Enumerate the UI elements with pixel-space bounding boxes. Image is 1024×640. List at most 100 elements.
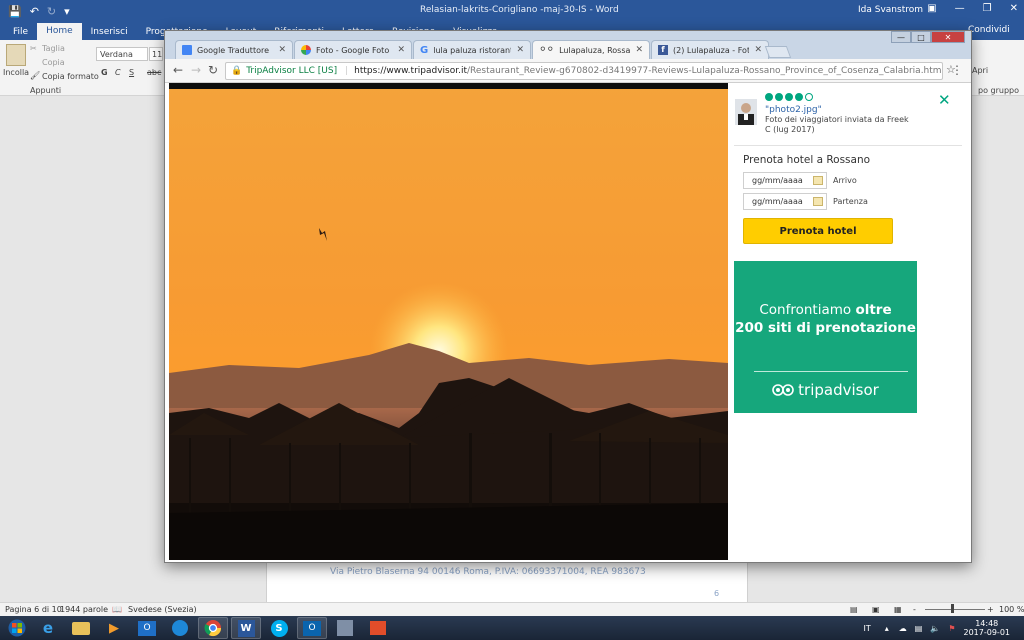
taskbar-media[interactable]: ▶ <box>99 617 129 639</box>
system-tray: IT ▴ ☁ ▤ 🔈 ⚑ 14:48 2017-09-01 <box>864 616 1024 640</box>
word-document-title: Relasian-lakrits-Corigliano -maj-30-IS -… <box>420 5 619 15</box>
chrome-minimize-icon[interactable]: — <box>891 31 911 43</box>
open-button[interactable]: Apri <box>972 66 988 75</box>
zoom-slider[interactable] <box>925 609 985 610</box>
tray-cloud-icon[interactable]: ☁ <box>899 624 907 633</box>
taskbar-app[interactable] <box>363 617 393 639</box>
browser-tab-google-search[interactable]: G lula paluza ristorante - S ✕ <box>413 40 531 59</box>
book-hotel-button[interactable]: Prenota hotel <box>743 218 893 244</box>
close-icon[interactable]: ✕ <box>938 91 951 109</box>
status-words[interactable]: 1944 parole <box>60 605 108 614</box>
save-icon[interactable]: 💾 <box>8 5 22 18</box>
taskbar-sync[interactable] <box>165 617 195 639</box>
undo-icon[interactable]: ↶ <box>30 5 39 18</box>
taskbar-chrome[interactable] <box>198 617 228 639</box>
read-mode-icon[interactable]: ▤ <box>850 605 858 614</box>
chrome-maximize-icon[interactable]: □ <box>911 31 931 43</box>
zoom-in-button[interactable]: + <box>987 605 994 614</box>
tab-close-icon[interactable]: ✕ <box>754 45 762 55</box>
forward-arrow-icon[interactable]: → <box>191 63 201 77</box>
checkin-date-input[interactable]: gg/mm/aaaa <box>743 172 827 189</box>
lock-icon: 🔒 <box>231 66 243 76</box>
print-layout-icon[interactable]: ▣ <box>872 605 880 614</box>
browser-tab-tripadvisor[interactable]: ⚪⚪ Lulapaluza, Rossano - Re ✕ <box>532 40 650 59</box>
taskbar-word[interactable]: W <box>231 617 261 639</box>
zoom-out-button[interactable]: - <box>913 605 916 614</box>
taskbar-skype[interactable]: S <box>264 617 294 639</box>
word-status-bar: Pagina 6 di 10 1944 parole 📖 Svedese (Sv… <box>0 602 1024 616</box>
tab-close-icon[interactable]: ✕ <box>278 45 286 55</box>
flag-icon[interactable]: ⚑ <box>948 624 955 633</box>
minimize-icon[interactable]: — <box>955 3 965 14</box>
italic-button[interactable]: C <box>115 68 121 77</box>
sunset-photo[interactable] <box>169 83 728 560</box>
browser-tab-google-translate[interactable]: Google Traduttore ✕ <box>175 40 293 59</box>
zoom-slider-thumb[interactable] <box>951 604 954 613</box>
copy-button[interactable]: Copia <box>42 58 65 67</box>
bold-button[interactable]: G <box>101 68 108 77</box>
font-name-select[interactable]: Verdana <box>96 47 148 61</box>
strikethrough-button[interactable]: abc <box>147 68 161 77</box>
tab-file[interactable]: File <box>4 24 37 40</box>
ribbon-display-icon[interactable]: ▣ <box>927 3 936 14</box>
rating-bubble-icon <box>785 93 793 101</box>
status-page[interactable]: Pagina 6 di 10 <box>5 605 62 614</box>
tray-arrow-icon[interactable]: ▴ <box>885 624 889 633</box>
status-language[interactable]: Svedese (Svezia) <box>128 605 197 614</box>
input-language[interactable]: IT <box>864 624 871 633</box>
proofing-icon[interactable]: 📖 <box>112 605 122 614</box>
clock-time: 14:48 <box>975 619 999 628</box>
tab-close-icon[interactable]: ✕ <box>516 45 524 55</box>
volume-icon[interactable]: 🔈 <box>930 624 940 633</box>
browser-tab-google-photos[interactable]: Foto - Google Foto ✕ <box>294 40 412 59</box>
taskbar-outlook-open[interactable]: O <box>297 617 327 639</box>
owl-eyes-icon <box>772 384 794 396</box>
tab-title: Google Traduttore <box>197 45 270 55</box>
new-tab-button[interactable] <box>764 46 792 58</box>
chrome-menu-icon[interactable]: ⋮ <box>951 63 963 77</box>
paste-icon[interactable] <box>6 44 26 66</box>
start-button[interactable] <box>4 617 30 639</box>
zoom-level[interactable]: 100 % <box>999 605 1024 614</box>
customize-qat-icon[interactable]: ▾ <box>64 5 70 18</box>
underline-button[interactable]: S <box>129 68 134 77</box>
font-size-select[interactable]: 11 <box>149 47 163 61</box>
address-bar[interactable]: 🔒 TripAdvisor LLC [US] | https://www.tri… <box>225 62 943 80</box>
tab-insert[interactable]: Inserisci <box>82 24 137 40</box>
clock[interactable]: 14:48 2017-09-01 <box>964 619 1011 637</box>
back-arrow-icon[interactable]: ← <box>173 63 183 77</box>
taskbar-outlook[interactable]: O <box>132 617 162 639</box>
browser-tab-facebook[interactable]: f (2) Lulapaluza - Foton ✕ <box>651 40 769 59</box>
ad-headline-emphasis: oltre <box>855 302 892 318</box>
google-search-icon: G <box>420 44 429 56</box>
taskbar-explorer[interactable] <box>66 617 96 639</box>
tab-close-icon[interactable]: ✕ <box>635 45 643 55</box>
word-user-name[interactable]: Ida Svanstrom <box>858 5 923 15</box>
checkout-date-input[interactable]: gg/mm/aaaa <box>743 193 827 210</box>
restore-icon[interactable]: ❐ <box>983 3 992 14</box>
secure-indicator[interactable]: 🔒 TripAdvisor LLC [US] <box>231 66 337 76</box>
chrome-close-icon[interactable]: ✕ <box>931 31 965 43</box>
sync-icon <box>172 620 188 636</box>
network-icon[interactable]: ▤ <box>915 624 923 633</box>
tab-close-icon[interactable]: ✕ <box>397 45 405 55</box>
reload-icon[interactable]: ↻ <box>208 63 218 77</box>
tab-home[interactable]: Home <box>37 23 82 40</box>
photo-name[interactable]: "photo2.jpg" <box>765 105 822 115</box>
format-painter-icon: 🖌 <box>30 71 41 80</box>
calendar-icon[interactable] <box>813 176 823 185</box>
cut-button[interactable]: Taglia <box>42 44 65 53</box>
rating-bubbles <box>765 93 813 101</box>
tripadvisor-ad[interactable]: Confrontiamo oltre 200 siti di prenotazi… <box>734 261 917 413</box>
calendar-icon[interactable] <box>813 197 823 206</box>
web-layout-icon[interactable]: ▦ <box>894 605 902 614</box>
tools-icon <box>337 620 353 636</box>
taskbar-ie[interactable]: e <box>33 617 63 639</box>
taskbar-tools[interactable] <box>330 617 360 639</box>
format-painter-button[interactable]: Copia formato <box>42 72 99 81</box>
paste-button[interactable]: Incolla <box>3 68 29 77</box>
redo-icon[interactable]: ↻ <box>47 5 56 18</box>
avatar[interactable] <box>735 99 757 125</box>
close-icon[interactable]: ✕ <box>1010 3 1018 14</box>
share-button[interactable]: Condividi <box>968 25 1010 35</box>
